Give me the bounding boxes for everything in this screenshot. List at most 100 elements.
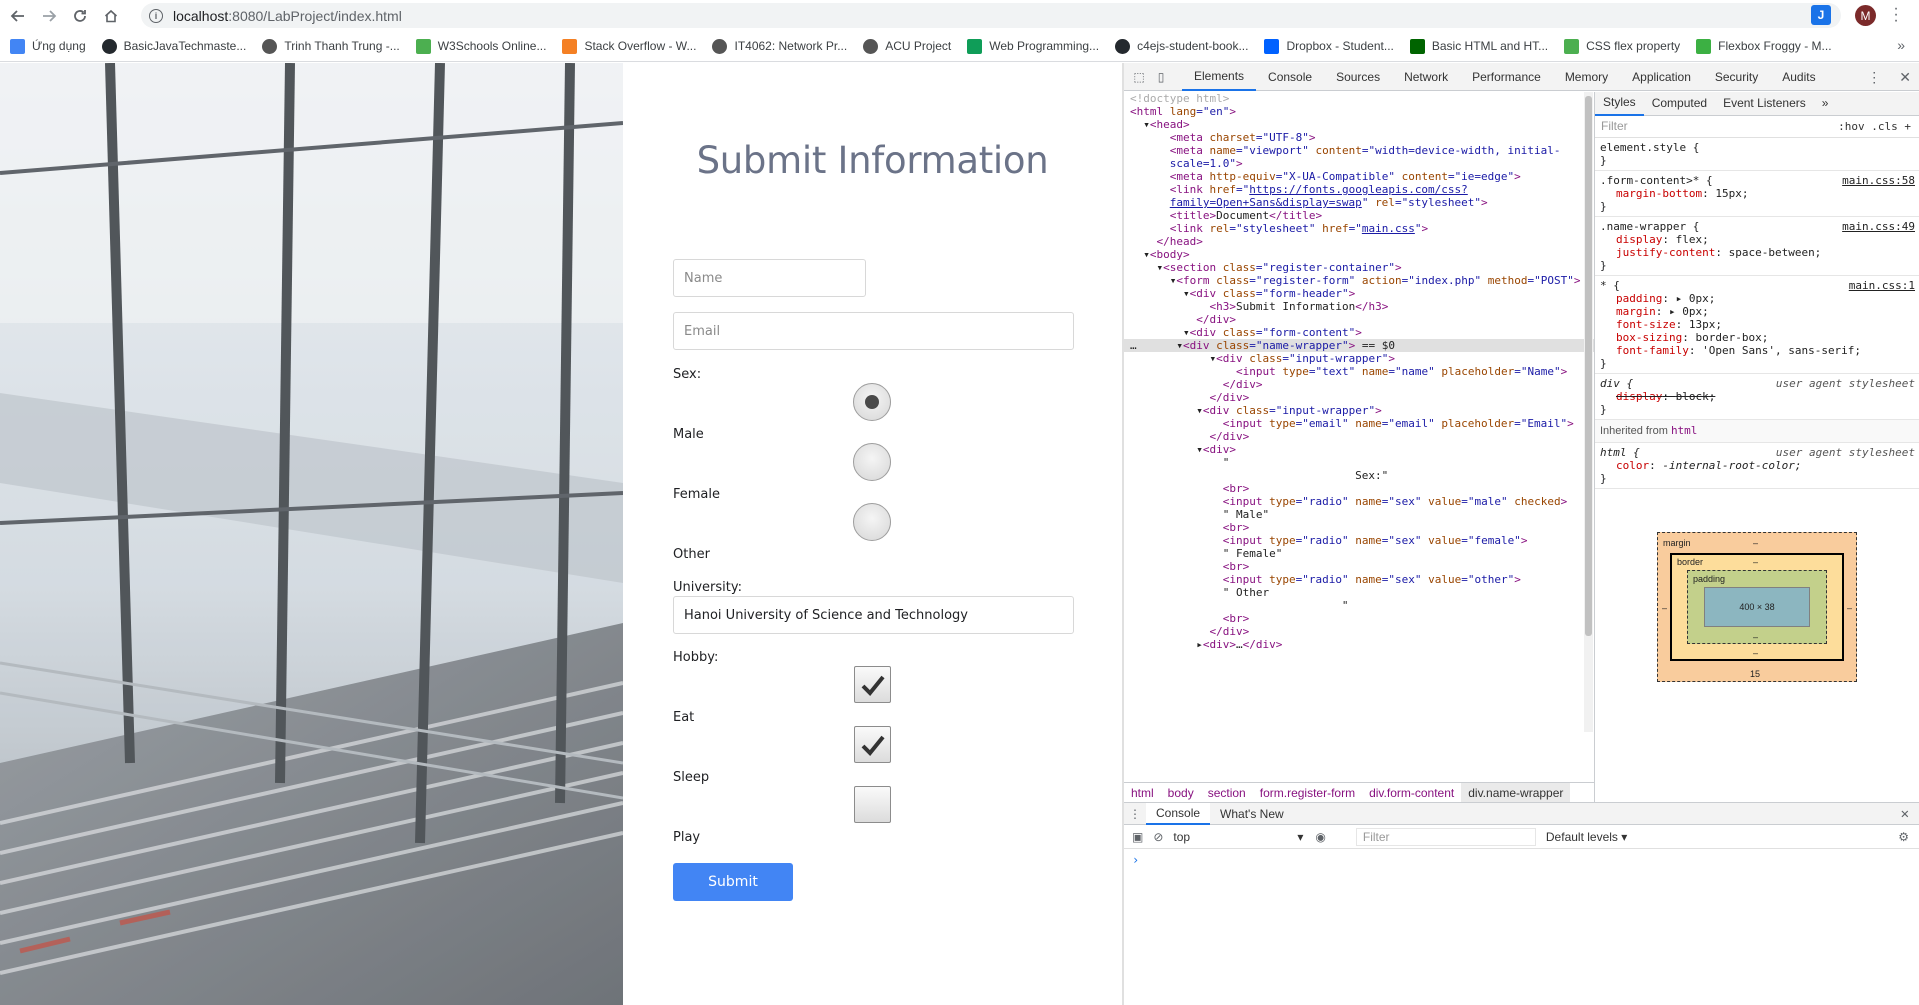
university-input[interactable]: Hanoi University of Science and Technolo… xyxy=(673,596,1074,634)
submit-button[interactable]: Submit xyxy=(673,863,793,901)
css-rule[interactable]: .form-content>* {main.css:58 margin-botto… xyxy=(1595,171,1919,217)
bookmark-item[interactable]: BasicJavaTechmaste... xyxy=(101,38,246,54)
browser-menu-icon[interactable]: · · · xyxy=(1891,1,1901,29)
devtools-menu-icon[interactable]: ⋮ xyxy=(1867,69,1881,86)
breadcrumb-item[interactable]: form.register-form xyxy=(1253,783,1362,803)
devtools-tab-performance[interactable]: Performance xyxy=(1460,63,1553,91)
elements-scrollbar[interactable] xyxy=(1584,92,1593,732)
dom-line[interactable]: <input type="email" name="email" placeho… xyxy=(1124,417,1594,430)
device-toolbar-icon[interactable]: ▯ xyxy=(1150,66,1172,88)
rule-source-link[interactable]: main.css:49 xyxy=(1842,220,1915,233)
styles-subtab[interactable]: Computed xyxy=(1644,92,1715,116)
dom-line[interactable]: " Other xyxy=(1124,586,1594,599)
dom-line[interactable]: ▾<div class="input-wrapper"> xyxy=(1124,404,1594,417)
dom-line[interactable]: <link href="https://fonts.googleapis.com… xyxy=(1124,183,1594,196)
dom-line[interactable]: <br> xyxy=(1124,521,1594,534)
dom-line[interactable]: scale=1.0"> xyxy=(1124,157,1594,170)
devtools-tab-elements[interactable]: Elements xyxy=(1182,63,1257,91)
bookmark-item[interactable]: CSS flex property xyxy=(1564,38,1680,54)
styles-subtab[interactable]: Event Listeners xyxy=(1715,92,1814,116)
dom-line[interactable]: ▾<div class="form-header"> xyxy=(1124,287,1594,300)
drawer-menu-icon[interactable]: ⋮ xyxy=(1124,803,1146,825)
console-filter-input[interactable]: Filter xyxy=(1355,827,1536,846)
dom-line[interactable]: ▾<div class="input-wrapper"> xyxy=(1124,352,1594,365)
radio-male[interactable] xyxy=(853,383,891,421)
dom-line[interactable]: <br> xyxy=(1124,482,1594,495)
dom-line[interactable]: <input type="text" name="name" placehold… xyxy=(1124,365,1594,378)
css-property[interactable]: font-size: 13px; xyxy=(1600,318,1914,331)
rule-source-link[interactable]: main.css:58 xyxy=(1842,174,1915,187)
dom-line[interactable]: family=Open+Sans&display=swap" rel="styl… xyxy=(1124,196,1594,209)
dom-line[interactable]: <input type="radio" name="sex" value="ma… xyxy=(1124,495,1594,508)
dom-line[interactable]: ▾<head> xyxy=(1124,118,1594,131)
home-button[interactable] xyxy=(98,3,124,29)
bookmark-item[interactable]: Trinh Thanh Trung -... xyxy=(262,38,400,54)
dom-line[interactable]: <input type="radio" name="sex" value="ot… xyxy=(1124,573,1594,586)
more-bookmarks-icon[interactable]: » xyxy=(1897,37,1905,53)
dom-line[interactable]: <h3>Submit Information</h3> xyxy=(1124,300,1594,313)
css-rule[interactable]: element.style {} xyxy=(1595,138,1919,171)
css-property[interactable]: justify-content: space-between; xyxy=(1600,246,1914,259)
clear-console-icon[interactable]: ⊘ xyxy=(1153,830,1163,844)
styles-filter-input[interactable]: Filter :hov .cls + xyxy=(1595,116,1919,138)
css-rule-html[interactable]: html { user agent stylesheet color: -int… xyxy=(1595,443,1919,489)
breadcrumb-item[interactable]: div.form-content xyxy=(1362,783,1461,803)
bookmark-item[interactable]: Ứng dụng xyxy=(10,38,86,54)
hov-cls-controls[interactable]: :hov .cls + xyxy=(1838,120,1911,133)
console-prompt[interactable]: › xyxy=(1124,849,1919,871)
log-levels-select[interactable]: Default levels ▾ xyxy=(1546,830,1627,844)
devtools-tab-network[interactable]: Network xyxy=(1392,63,1460,91)
bookmark-item[interactable]: Dropbox - Student... xyxy=(1264,38,1394,54)
dom-line[interactable]: <title>Document</title> xyxy=(1124,209,1594,222)
checkbox-play[interactable] xyxy=(854,786,891,823)
dom-line[interactable]: " Male" xyxy=(1124,508,1594,521)
breadcrumb-item[interactable]: html xyxy=(1124,783,1161,803)
rule-source-link[interactable]: main.css:1 xyxy=(1849,279,1915,292)
devtools-tab-sources[interactable]: Sources xyxy=(1324,63,1392,91)
checkbox-sleep[interactable] xyxy=(854,726,891,763)
dom-line[interactable]: ▾<section class="register-container"> xyxy=(1124,261,1594,274)
dom-line[interactable]: <html lang="en"> xyxy=(1124,105,1594,118)
console-settings-icon[interactable]: ⚙ xyxy=(1898,830,1909,844)
dom-line[interactable]: <!doctype html> xyxy=(1124,92,1594,105)
dom-line[interactable]: <br> xyxy=(1124,560,1594,573)
devtools-tab-application[interactable]: Application xyxy=(1620,63,1703,91)
dom-line-selected[interactable]: … ▾<div class="name-wrapper"> == $0 xyxy=(1124,339,1594,352)
dom-line[interactable]: ▾<body> xyxy=(1124,248,1594,261)
box-model-diagram[interactable]: margin – – – 15 border – – padding – 400… xyxy=(1657,532,1857,682)
devtools-tab-audits[interactable]: Audits xyxy=(1770,63,1827,91)
devtools-tab-security[interactable]: Security xyxy=(1703,63,1770,91)
drawer-tab-whats-new[interactable]: What's New xyxy=(1210,803,1294,825)
dom-line[interactable]: ▸<div>…</div> xyxy=(1124,638,1594,651)
dom-line[interactable]: <input type="radio" name="sex" value="fe… xyxy=(1124,534,1594,547)
bookmark-item[interactable]: c4ejs-student-book... xyxy=(1115,38,1248,54)
css-rule[interactable]: * {main.css:1 padding: ▸ 0px; margin: ▸ 0p… xyxy=(1595,276,1919,374)
email-input[interactable]: Email xyxy=(673,312,1074,350)
checkbox-eat[interactable] xyxy=(854,666,891,703)
reload-button[interactable] xyxy=(67,3,93,29)
dom-line[interactable]: Sex:" xyxy=(1124,469,1594,482)
css-rule-ua-div[interactable]: div { user agent stylesheet display: blo… xyxy=(1595,374,1919,420)
drawer-close-icon[interactable]: ✕ xyxy=(1901,806,1909,822)
eye-icon[interactable]: ◉ xyxy=(1315,830,1325,844)
devtools-tab-console[interactable]: Console xyxy=(1256,63,1324,91)
devtools-close-icon[interactable]: ✕ xyxy=(1899,69,1911,86)
css-property[interactable]: display: flex; xyxy=(1600,233,1914,246)
breadcrumb-item[interactable]: div.name-wrapper xyxy=(1461,782,1571,803)
back-button[interactable] xyxy=(5,3,31,29)
elements-tree[interactable]: <!doctype html> <html lang="en"> ▾<head>… xyxy=(1124,92,1594,774)
css-rule[interactable]: .name-wrapper {main.css:49 display: flex;… xyxy=(1595,217,1919,276)
bookmark-item[interactable]: Web Programming... xyxy=(967,38,1099,54)
radio-female[interactable] xyxy=(853,443,891,481)
css-property[interactable]: font-family: 'Open Sans', sans-serif; xyxy=(1600,344,1914,357)
more-tabs-icon[interactable]: » xyxy=(1814,92,1837,116)
dom-line[interactable]: </div> xyxy=(1124,313,1594,326)
css-property[interactable]: margin-bottom: 15px; xyxy=(1600,187,1914,200)
context-select[interactable]: top ▾ xyxy=(1173,830,1303,844)
dom-line[interactable]: <br> xyxy=(1124,612,1594,625)
devtools-tab-memory[interactable]: Memory xyxy=(1553,63,1620,91)
extension-icon[interactable]: J xyxy=(1811,5,1831,25)
dom-line[interactable]: </div> xyxy=(1124,391,1594,404)
dom-line[interactable]: <link rel="stylesheet" href="main.css"> xyxy=(1124,222,1594,235)
dom-line[interactable]: </head> xyxy=(1124,235,1594,248)
